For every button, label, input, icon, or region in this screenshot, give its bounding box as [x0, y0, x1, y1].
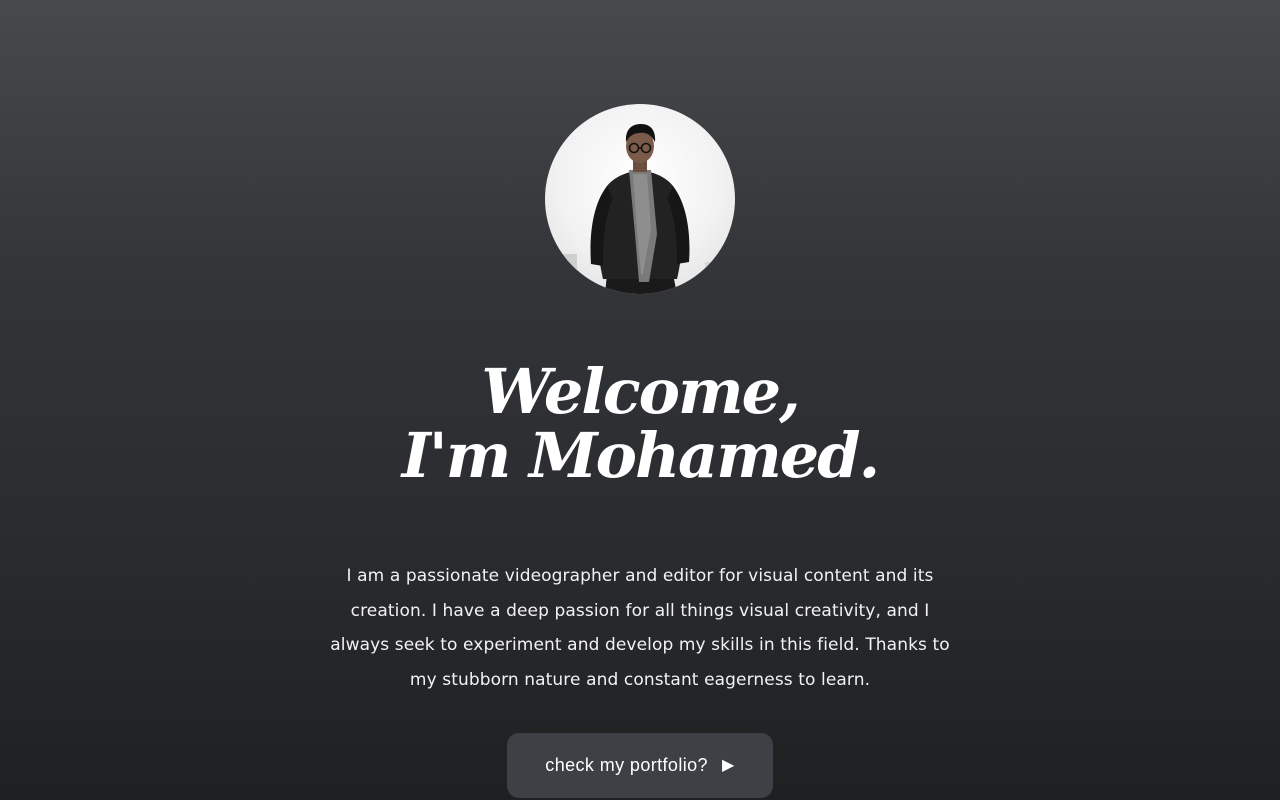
portfolio-button[interactable]: check my portfolio? ▶	[507, 733, 773, 798]
headline-line-1: Welcome,	[481, 355, 800, 428]
page-title: Welcome, I'm Mohamed.	[240, 360, 1040, 488]
portfolio-button-label: check my portfolio?	[545, 755, 708, 775]
person-photo-icon	[563, 124, 717, 294]
headline-line-2: I'm Mohamed.	[401, 419, 880, 492]
play-icon: ▶	[721, 756, 735, 774]
bio-paragraph: I am a passionate videographer and edito…	[330, 566, 950, 690]
landing-page: Welcome, I'm Mohamed. I am a passionate …	[0, 0, 1280, 800]
avatar	[545, 104, 735, 294]
